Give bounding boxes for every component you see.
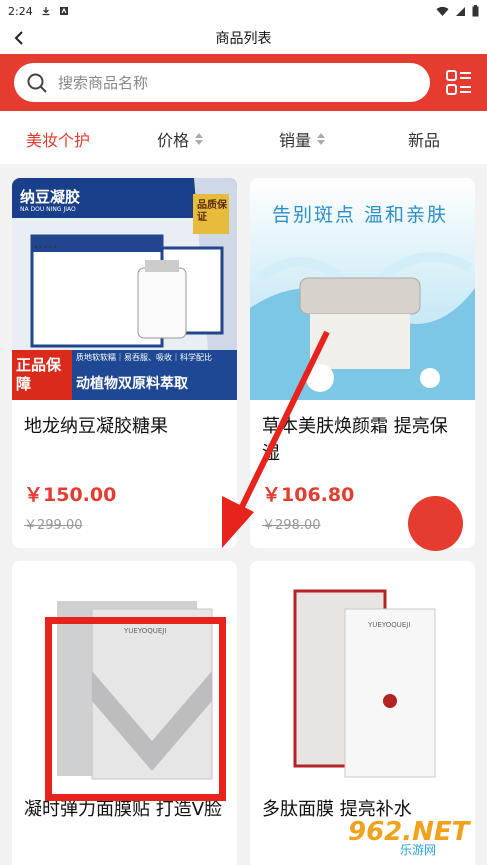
image-slogan: 动植物双原料萃取 — [76, 376, 188, 392]
sort-icon — [317, 133, 326, 145]
image-headline: 告别斑点 温和亲肤 — [272, 204, 449, 226]
search-box[interactable] — [14, 63, 430, 102]
product-card[interactable]: 告别斑点 温和亲肤 草本美肤焕颜霜 提亮保湿 ￥106.80 ￥298.00 — [250, 178, 475, 548]
search-icon — [27, 73, 47, 93]
svg-text:★ ★ ★ ★ ★: ★ ★ ★ ★ ★ — [34, 244, 57, 249]
title-bar: 商品列表 — [0, 22, 487, 54]
chevron-left-icon — [14, 31, 23, 45]
filter-category-label: 美妆个护 — [26, 131, 91, 150]
status-bar: 2:24 — [0, 0, 487, 22]
sort-icon — [195, 133, 204, 145]
image-quality-badge: 品质保证 — [197, 200, 227, 223]
product-original-price: ￥299.00 — [24, 518, 83, 533]
filter-bar: 美妆个护 价格 销量 新品 — [0, 111, 487, 164]
annotation-highlight-box — [45, 617, 226, 801]
watermark-subtitle: 乐游网 — [400, 843, 437, 857]
signal-icon — [456, 6, 465, 16]
image-brand-text: 纳豆凝胶 — [20, 188, 81, 206]
image-genuine-tag: 正品保障 — [16, 356, 62, 393]
search-input[interactable] — [58, 73, 378, 92]
filter-price-label: 价格 — [157, 131, 190, 150]
product-name: 草本美肤焕颜霜 提亮保湿 — [262, 416, 448, 464]
product-price: ￥150.00 — [24, 484, 117, 506]
image-brand: YUEYOQUEJI — [368, 621, 411, 629]
image-brand-en-text: NA DOU NING JIAO — [20, 206, 76, 213]
product-price: ￥106.80 — [262, 484, 355, 506]
filter-sales[interactable]: 销量 — [279, 127, 326, 151]
filter-new[interactable]: 新品 — [408, 127, 440, 151]
download-icon — [42, 7, 50, 16]
product-name: 地龙纳豆凝胶糖果 — [24, 416, 168, 437]
wifi-icon — [436, 6, 449, 16]
filter-new-label: 新品 — [408, 131, 441, 150]
battery-icon — [472, 5, 479, 17]
floating-action-button[interactable] — [408, 496, 463, 551]
page-title: 商品列表 — [215, 31, 272, 47]
image-features-text: 质地软软糯｜易吞服、吸收｜科学配比 — [76, 353, 212, 362]
filter-sales-label: 销量 — [279, 131, 312, 150]
watermark: 962.NET 乐游网 — [348, 817, 480, 861]
product-original-price: ￥298.00 — [262, 518, 321, 533]
filter-price[interactable]: 价格 — [157, 127, 204, 151]
app-notification-icon — [59, 7, 68, 15]
back-button[interactable] — [6, 25, 32, 51]
search-bar-area — [0, 54, 487, 111]
product-card[interactable]: ★ ★ ★ ★ ★ 纳豆凝胶 NA DOU NING JIAO 品质保证 质地软… — [12, 178, 237, 548]
grid-view-icon[interactable] — [444, 68, 474, 98]
product-image — [250, 561, 475, 783]
status-time: 2:24 — [8, 4, 33, 18]
filter-category[interactable]: 美妆个护 — [26, 127, 90, 151]
